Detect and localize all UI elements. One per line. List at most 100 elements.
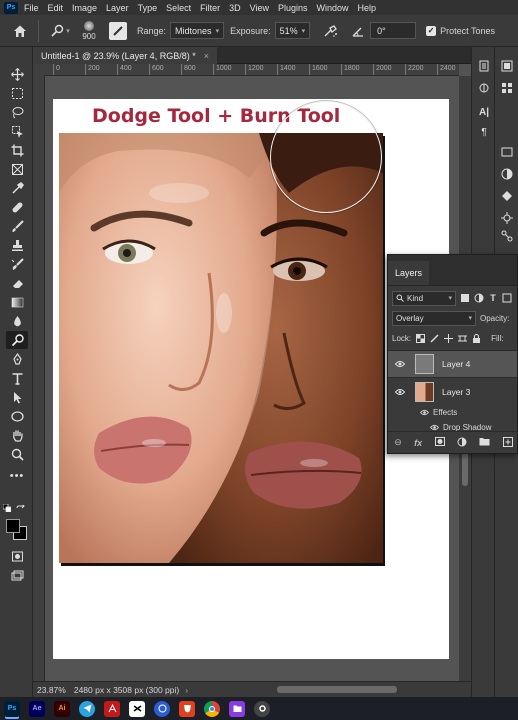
eye-icon[interactable] <box>393 360 407 368</box>
taskbar-photoshop[interactable]: Ps <box>4 700 20 717</box>
move-tool[interactable] <box>6 65 28 83</box>
lasso-tool[interactable] <box>6 103 28 121</box>
menu-plugins[interactable]: Plugins <box>278 3 308 13</box>
menu-select[interactable]: Select <box>166 3 191 13</box>
default-colors-button[interactable] <box>2 503 12 513</box>
taskbar-illustrator[interactable]: Ai <box>54 700 70 717</box>
shape-tool[interactable] <box>6 407 28 425</box>
character-panel-button[interactable]: A| <box>477 105 491 119</box>
eye-icon[interactable] <box>393 388 407 396</box>
libraries-panel-button[interactable] <box>500 145 514 159</box>
brush-size-picker[interactable]: 900 <box>75 20 103 41</box>
filter-pixel-icon[interactable] <box>460 293 470 303</box>
new-adjustment-layer-icon[interactable] <box>457 437 467 449</box>
styles-panel-button[interactable] <box>500 189 514 203</box>
foreground-color-swatch[interactable] <box>6 519 20 533</box>
new-layer-icon[interactable] <box>502 436 513 449</box>
type-tool[interactable] <box>6 369 28 387</box>
taskbar-capcut[interactable] <box>129 700 145 717</box>
gradient-tool[interactable] <box>6 293 28 311</box>
menu-image[interactable]: Image <box>72 3 97 13</box>
layer-row[interactable]: Layer 3 <box>388 378 517 405</box>
dodge-tool[interactable] <box>6 331 28 349</box>
quick-mask-button[interactable] <box>6 547 28 565</box>
clone-stamp-tool[interactable] <box>6 236 28 254</box>
hand-tool[interactable] <box>6 426 28 444</box>
taskbar-browser[interactable] <box>154 700 170 717</box>
object-selection-tool[interactable] <box>6 122 28 140</box>
add-mask-icon[interactable] <box>434 437 445 448</box>
menu-filter[interactable]: Filter <box>200 3 220 13</box>
taskbar-after-effects[interactable]: Ae <box>29 700 45 717</box>
path-selection-tool[interactable] <box>6 388 28 406</box>
marquee-tool[interactable] <box>6 84 28 102</box>
link-layers-icon[interactable]: ⊖ <box>394 437 402 448</box>
channels-panel-button[interactable] <box>500 211 514 225</box>
menu-help[interactable]: Help <box>358 3 377 13</box>
zoom-level[interactable]: 23.87% <box>37 685 66 695</box>
crop-tool[interactable] <box>6 141 28 159</box>
edit-toolbar-button[interactable]: ••• <box>6 467 28 485</box>
layer-filter-select[interactable]: Kind ▾ <box>392 290 456 306</box>
filter-adjustment-icon[interactable] <box>474 293 484 303</box>
close-icon[interactable]: × <box>204 51 209 61</box>
chevron-right-icon[interactable]: › <box>185 685 188 695</box>
properties-panel-button[interactable] <box>477 81 491 95</box>
brush-angle-input[interactable]: 0° <box>370 22 417 39</box>
adjustments-panel-button[interactable] <box>500 167 514 181</box>
options-bar: ▾ 900 Range: Midtones ▾ Exposure: 51% ▾ … <box>0 15 518 47</box>
taskbar-chrome[interactable] <box>204 700 220 717</box>
properties-icon <box>479 83 489 93</box>
swap-colors-button[interactable] <box>14 503 26 515</box>
lock-position-icon[interactable] <box>443 333 453 343</box>
range-select[interactable]: Midtones ▾ <box>170 22 225 39</box>
pen-tool[interactable] <box>6 350 28 368</box>
paragraph-panel-button[interactable]: ¶ <box>477 125 491 139</box>
blur-tool[interactable] <box>6 312 28 330</box>
eyedropper-tool[interactable] <box>6 179 28 197</box>
taskbar-telegram[interactable] <box>79 700 95 717</box>
brush-tool[interactable] <box>6 217 28 235</box>
protect-tones-checkbox[interactable]: ✓ <box>426 25 437 36</box>
lock-transparent-pixels-icon[interactable] <box>415 333 425 343</box>
frame-tool[interactable] <box>6 160 28 178</box>
effects-row[interactable]: Effects <box>388 405 517 420</box>
history-panel-button[interactable] <box>477 59 491 73</box>
add-layer-style-button[interactable]: fx <box>414 438 422 448</box>
taskbar-folder[interactable] <box>229 700 245 717</box>
lock-image-pixels-icon[interactable] <box>429 333 439 343</box>
new-group-icon[interactable] <box>479 437 490 448</box>
menu-3d[interactable]: 3D <box>229 3 241 13</box>
healing-brush-tool[interactable] <box>6 198 28 216</box>
swatches-panel-button[interactable] <box>500 81 514 95</box>
screen-mode-button[interactable] <box>6 567 28 585</box>
menu-layer[interactable]: Layer <box>106 3 129 13</box>
zoom-tool[interactable] <box>6 445 28 463</box>
airbrush-toggle[interactable] <box>322 22 340 40</box>
taskbar-settings[interactable] <box>254 700 270 717</box>
paths-panel-button[interactable] <box>500 229 514 243</box>
menu-type[interactable]: Type <box>138 3 158 13</box>
exposure-input[interactable]: 51% ▾ <box>274 22 311 39</box>
filter-type-icon[interactable]: T <box>488 293 498 303</box>
taskbar-acrobat[interactable] <box>104 700 120 717</box>
menu-view[interactable]: View <box>250 3 269 13</box>
lock-all-icon[interactable] <box>471 333 481 343</box>
layer-row[interactable]: Layer 4 <box>388 351 517 378</box>
home-button[interactable] <box>8 19 32 43</box>
eraser-tool[interactable] <box>6 274 28 292</box>
menu-file[interactable]: File <box>24 3 39 13</box>
taskbar-brave[interactable] <box>179 700 195 717</box>
lock-artboard-icon[interactable] <box>457 333 467 343</box>
filter-shape-icon[interactable] <box>502 293 512 303</box>
layers-tab[interactable]: Layers <box>388 261 430 285</box>
brush-settings-button[interactable] <box>109 21 127 40</box>
color-panel-button[interactable] <box>500 59 514 73</box>
document-tab[interactable]: Untitled-1 @ 23.9% (Layer 4, RGB/8) * × <box>33 47 217 64</box>
horizontal-scrollbar-thumb[interactable] <box>277 686 397 693</box>
menu-window[interactable]: Window <box>317 3 349 13</box>
history-brush-tool[interactable] <box>6 255 28 273</box>
blend-mode-select[interactable]: Overlay ▾ <box>392 310 476 326</box>
menu-edit[interactable]: Edit <box>48 3 64 13</box>
tool-preset-picker[interactable]: ▾ <box>45 19 75 43</box>
